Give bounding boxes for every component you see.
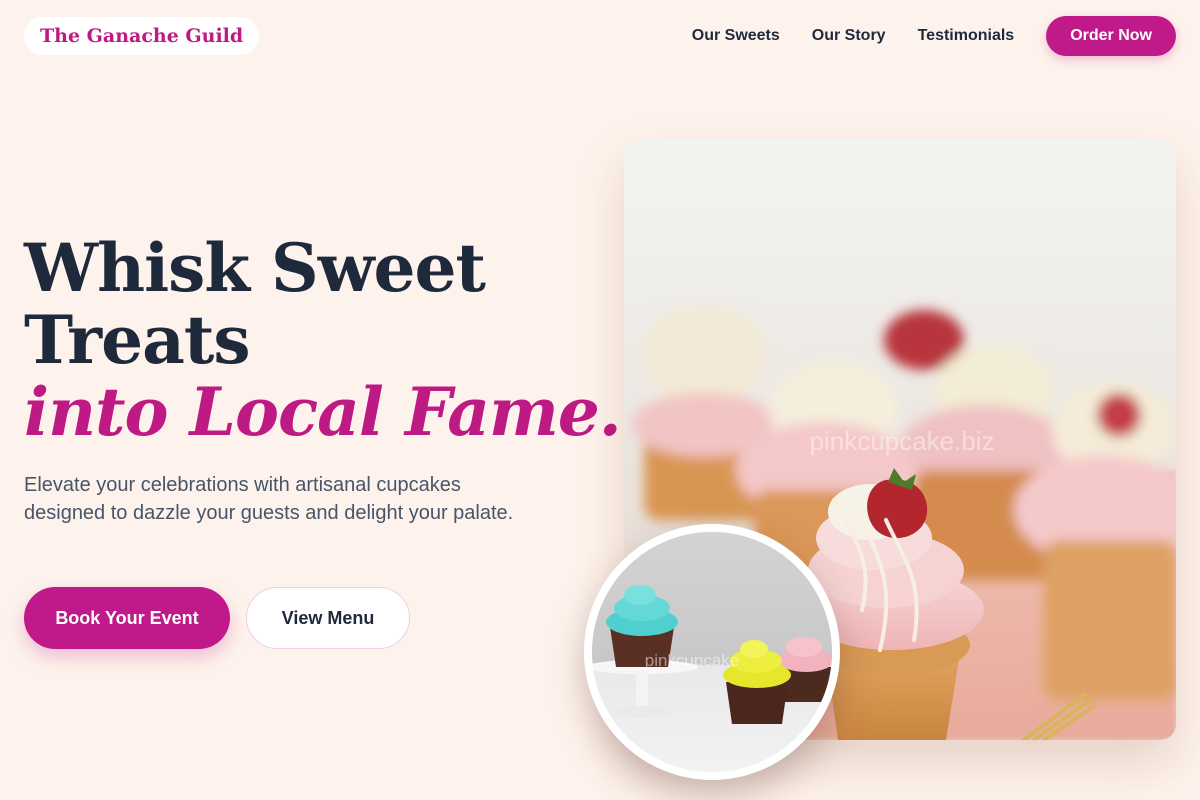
nav-link-testimonials[interactable]: Testimonials bbox=[918, 27, 1015, 45]
view-menu-button[interactable]: View Menu bbox=[246, 587, 410, 649]
nav-link-our-sweets[interactable]: Our Sweets bbox=[692, 27, 780, 45]
main-photo-watermark: pinkcupcake.biz bbox=[810, 426, 995, 456]
hero-subtitle: Elevate your celebrations with artisanal… bbox=[24, 474, 514, 524]
hero-title-accent: into Local Fame. bbox=[24, 373, 622, 451]
nav-link-our-story[interactable]: Our Story bbox=[812, 27, 886, 45]
inset-photo-watermark: pinkcupcake bbox=[645, 651, 740, 670]
hero-title: Whisk Sweet Treats into Local Fame. bbox=[24, 229, 622, 451]
hero-title-line-2: Treats bbox=[24, 301, 250, 379]
hero-title-line-1: Whisk Sweet bbox=[24, 229, 486, 307]
book-event-button[interactable]: Book Your Event bbox=[24, 587, 230, 649]
top-navigation: The Ganache Guild Our Sweets Our Story T… bbox=[0, 0, 1200, 72]
inset-cupcakes-photo: pinkcupcake bbox=[584, 524, 840, 780]
order-now-button[interactable]: Order Now bbox=[1046, 16, 1176, 56]
brand-logo[interactable]: The Ganache Guild bbox=[24, 17, 260, 55]
nav-links: Our Sweets Our Story Testimonials Order … bbox=[692, 16, 1176, 56]
